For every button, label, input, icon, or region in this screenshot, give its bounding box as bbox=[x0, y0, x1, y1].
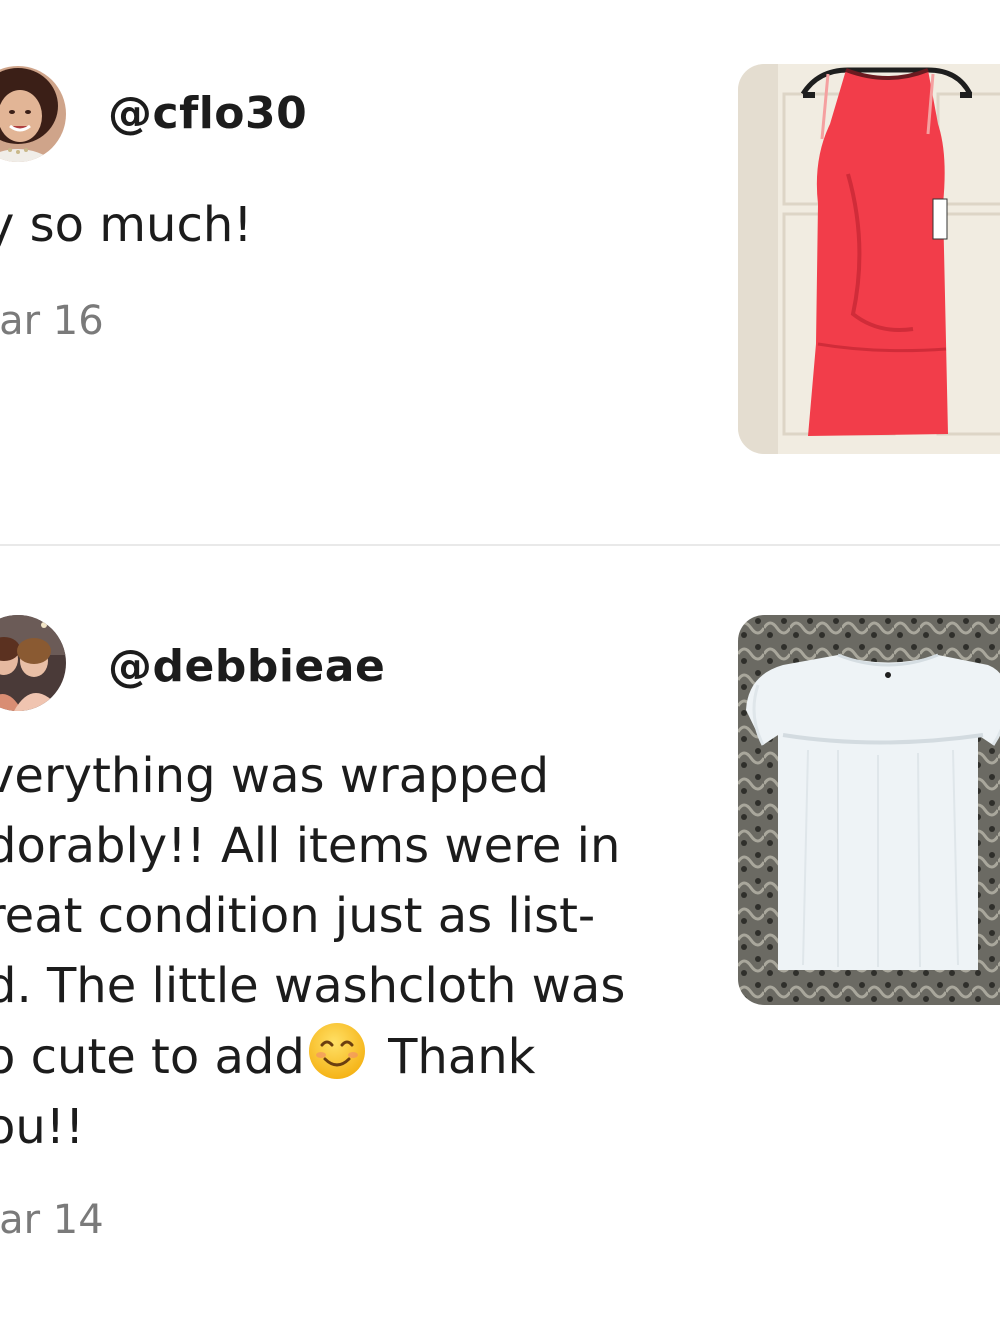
comment-line: d. The little washcloth was bbox=[0, 958, 626, 1014]
product-thumbnail-red-dress[interactable] bbox=[738, 64, 1000, 454]
username-link[interactable]: @cflo30 bbox=[108, 88, 307, 139]
product-thumbnail-white-blouse[interactable] bbox=[738, 615, 1000, 1005]
review-date: lar 16 bbox=[0, 298, 104, 344]
review-item: @debbieae verything was wrapped dorably!… bbox=[0, 547, 1000, 1333]
avatar[interactable] bbox=[0, 66, 66, 162]
review-divider bbox=[0, 544, 1000, 546]
comment-line: dorably!! All items were in bbox=[0, 818, 621, 874]
review-item: @cflo30 y so much! lar 16 bbox=[0, 0, 1000, 545]
smiling-face-emoji-icon bbox=[308, 1023, 365, 1079]
avatar[interactable] bbox=[0, 615, 66, 711]
comment-line: verything was wrapped bbox=[0, 748, 550, 804]
review-comment: y so much! bbox=[0, 197, 253, 253]
review-comment: verything was wrapped dorably!! All item… bbox=[0, 741, 666, 1162]
username-link[interactable]: @debbieae bbox=[108, 641, 385, 692]
comment-line: ou!! bbox=[0, 1099, 85, 1155]
comment-line: reat condition just as list- bbox=[0, 888, 596, 944]
comment-line: Thank bbox=[372, 1029, 536, 1085]
reviews-feed: @cflo30 y so much! lar 16 bbox=[0, 0, 1000, 1333]
review-date: lar 14 bbox=[0, 1197, 104, 1243]
comment-line: o cute to add bbox=[0, 1029, 305, 1085]
